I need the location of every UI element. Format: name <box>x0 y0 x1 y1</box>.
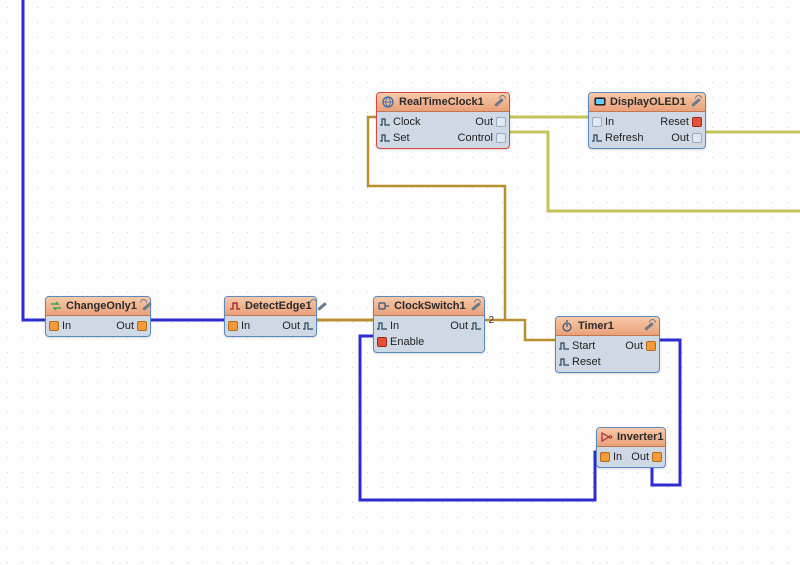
node-title: ClockSwitch1 <box>394 300 466 312</box>
globe-icon <box>381 95 395 109</box>
port-icon <box>652 452 662 462</box>
pin-in[interactable]: In <box>228 320 250 332</box>
not-icon <box>601 430 613 444</box>
node-detectedge1[interactable]: DetectEdge1 In Out <box>224 296 317 337</box>
pin-label: In <box>605 116 614 128</box>
pin-enable[interactable]: Enable <box>377 336 424 348</box>
pin-label: In <box>390 320 399 332</box>
pin-in[interactable]: In <box>600 451 622 463</box>
swap-icon <box>50 299 62 313</box>
node-title: DisplayOLED1 <box>610 96 686 108</box>
pin-control[interactable]: Control <box>458 132 506 144</box>
wrench-icon[interactable] <box>690 96 701 108</box>
pin-label: Out <box>625 340 643 352</box>
pin-set[interactable]: Set <box>380 132 410 144</box>
pin-out[interactable]: Out <box>282 320 313 332</box>
pulse-icon <box>559 358 569 366</box>
node-title: DetectEdge1 <box>245 300 312 312</box>
pin-label: Enable <box>390 336 424 348</box>
pin-label: Refresh <box>605 132 644 144</box>
node-title: ChangeOnly1 <box>66 300 137 312</box>
pin-in[interactable]: In <box>377 320 399 332</box>
pin-label: Out <box>631 451 649 463</box>
port-icon <box>137 321 147 331</box>
pin-label: Out <box>450 320 468 332</box>
pin-out[interactable]: Out <box>631 451 662 463</box>
pin-label: Start <box>572 340 595 352</box>
pin-reset[interactable]: Reset <box>660 116 702 128</box>
pin-out[interactable]: Out <box>116 320 147 332</box>
port-icon <box>692 117 702 127</box>
port-icon <box>228 321 238 331</box>
node-title: RealTimeClock1 <box>399 96 489 108</box>
display-icon <box>593 95 606 109</box>
timer-icon <box>560 319 574 333</box>
port-icon <box>600 452 610 462</box>
node-changeonly1[interactable]: ChangeOnly1 In Out <box>45 296 151 337</box>
node-clockswitch1[interactable]: ClockSwitch1 In Out Enable <box>373 296 485 353</box>
fanout-badge: 2 <box>488 315 494 326</box>
wrench-icon[interactable] <box>493 96 505 108</box>
pulse-icon <box>303 322 313 330</box>
pin-label: Out <box>671 132 689 144</box>
node-titlebar: DisplayOLED1 <box>589 93 705 112</box>
node-titlebar: Inverter1 <box>597 428 665 447</box>
pin-label: In <box>62 320 71 332</box>
node-titlebar: Timer1 <box>556 317 659 336</box>
pulse-icon <box>377 322 387 330</box>
node-realtimeclock1[interactable]: RealTimeClock1 Clock Out Set <box>376 92 510 149</box>
pin-in[interactable]: In <box>49 320 71 332</box>
pin-start[interactable]: Start <box>559 340 595 352</box>
pin-label: Reset <box>572 356 601 368</box>
pin-in[interactable]: In <box>592 116 614 128</box>
pulse-icon <box>559 342 569 350</box>
pin-label: Control <box>458 132 493 144</box>
node-titlebar: ChangeOnly1 <box>46 297 150 316</box>
pin-label: In <box>241 320 250 332</box>
edge-icon <box>229 299 241 313</box>
port-icon <box>496 133 506 143</box>
wrench-icon[interactable] <box>470 300 480 312</box>
pin-label: Reset <box>660 116 689 128</box>
pin-out[interactable]: Out <box>450 320 481 332</box>
node-title: Inverter1 <box>617 431 663 443</box>
pulse-icon <box>592 134 602 142</box>
pin-out[interactable]: Out <box>671 132 702 144</box>
pin-label: Set <box>393 132 410 144</box>
node-titlebar: ClockSwitch1 <box>374 297 484 316</box>
pulse-icon <box>380 134 390 142</box>
pulse-icon <box>380 118 390 126</box>
node-titlebar: DetectEdge1 <box>225 297 316 316</box>
pin-refresh[interactable]: Refresh <box>592 132 644 144</box>
pin-label: Out <box>282 320 300 332</box>
node-titlebar: RealTimeClock1 <box>377 93 509 112</box>
node-title: Timer1 <box>578 320 639 332</box>
gate-icon <box>378 299 390 313</box>
wrench-icon[interactable] <box>643 320 655 332</box>
port-icon <box>692 133 702 143</box>
port-icon <box>49 321 59 331</box>
pulse-icon <box>471 322 481 330</box>
pin-label: Out <box>116 320 134 332</box>
port-icon <box>377 337 387 347</box>
pin-clock[interactable]: Clock <box>380 116 421 128</box>
port-icon <box>496 117 506 127</box>
pin-reset[interactable]: Reset <box>559 356 601 368</box>
node-displayoled1[interactable]: DisplayOLED1 In Reset Refresh Out <box>588 92 706 149</box>
port-icon <box>646 341 656 351</box>
wire-layer <box>0 0 800 565</box>
pin-out[interactable]: Out <box>475 116 506 128</box>
pin-label: In <box>613 451 622 463</box>
wrench-icon[interactable] <box>141 300 146 312</box>
pin-label: Clock <box>393 116 421 128</box>
port-icon <box>592 117 602 127</box>
pin-label: Out <box>475 116 493 128</box>
node-inverter1[interactable]: Inverter1 In Out <box>596 427 666 468</box>
node-timer1[interactable]: Timer1 Start Out Reset <box>555 316 660 373</box>
pin-out[interactable]: Out <box>625 340 656 352</box>
